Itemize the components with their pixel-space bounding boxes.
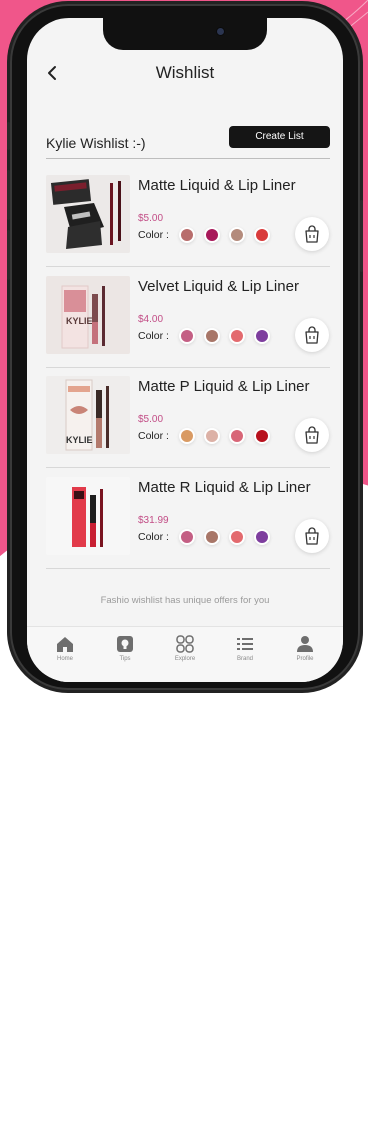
tab-label: Brand (236, 656, 253, 662)
color-swatch[interactable] (256, 531, 268, 544)
color-swatch[interactable] (231, 229, 243, 242)
color-swatches (181, 225, 281, 245)
mute-switch (7, 122, 10, 150)
color-label: Color : (138, 430, 169, 442)
phone-screen: Wishlist Kylie Wishlist :-) Create List … (27, 18, 343, 682)
divider (46, 158, 330, 159)
wishlist-name: Kylie Wishlist :-) (46, 135, 146, 151)
color-swatch[interactable] (231, 430, 243, 443)
color-label: Color : (138, 330, 169, 342)
list-item[interactable]: Matte R Liquid & Lip Liner $31.99 Color … (46, 469, 330, 569)
color-swatch[interactable] (181, 229, 193, 242)
divider (46, 568, 330, 569)
divider (46, 467, 330, 468)
color-swatches (181, 527, 281, 547)
wishlist-header: Kylie Wishlist :-) Create List (46, 126, 330, 158)
divider (46, 266, 330, 267)
color-swatch[interactable] (231, 330, 243, 343)
shopping-bag-icon (305, 225, 319, 243)
color-swatches (181, 426, 281, 446)
product-image[interactable] (46, 477, 130, 555)
product-image-graphic: KYLIE (46, 276, 130, 354)
power-button (360, 200, 363, 272)
bottom-tab-bar: Home Tips Explore Brand Profile (27, 626, 343, 682)
notch (103, 18, 267, 50)
color-swatch[interactable] (256, 330, 268, 343)
color-swatch[interactable] (256, 430, 268, 443)
product-image-graphic (46, 477, 130, 555)
tips-icon (117, 636, 133, 652)
shopping-bag-icon (305, 326, 319, 344)
product-price: $5.00 (138, 213, 164, 224)
color-swatch[interactable] (206, 330, 218, 343)
product-name[interactable]: Velvet Liquid & Lip Liner (138, 278, 299, 295)
add-to-bag-button[interactable] (295, 519, 329, 553)
shopping-bag-icon (305, 527, 319, 545)
color-swatch[interactable] (181, 531, 193, 544)
product-price: $4.00 (138, 314, 164, 325)
thumb-brand-text: KYLIE (66, 316, 93, 326)
shopping-bag-icon (305, 426, 319, 444)
color-label: Color : (138, 531, 169, 543)
tab-explore[interactable]: Explore (155, 635, 215, 662)
tab-label: Tips (119, 656, 131, 662)
color-swatches (181, 326, 281, 346)
product-price: $5.00 (138, 414, 164, 425)
color-swatch[interactable] (206, 531, 218, 544)
brand-icon (237, 638, 253, 650)
tab-brand[interactable]: Brand (215, 635, 275, 662)
home-icon (57, 637, 73, 652)
product-price: $31.99 (138, 515, 169, 526)
volume-down-button (7, 230, 10, 280)
camera-icon (217, 28, 224, 35)
create-list-button[interactable]: Create List (229, 126, 330, 148)
color-swatch[interactable] (181, 430, 193, 443)
tab-label: Profile (296, 656, 314, 662)
list-item[interactable]: KYLIE Velvet Liquid & Lip Liner $4.00 Co… (46, 268, 330, 368)
product-image[interactable] (46, 175, 130, 253)
volume-up-button (7, 170, 10, 220)
list-item[interactable]: Matte Liquid & Lip Liner $5.00 Color : (46, 167, 330, 267)
header: Wishlist (27, 58, 343, 92)
product-image-graphic: KYLIE (46, 376, 130, 454)
add-to-bag-button[interactable] (295, 418, 329, 452)
color-swatch[interactable] (256, 229, 268, 242)
color-swatch[interactable] (231, 531, 243, 544)
explore-icon (176, 635, 194, 653)
footer-note: Fashio wishlist has unique offers for yo… (100, 595, 270, 606)
color-swatch[interactable] (181, 330, 193, 343)
product-image-graphic (46, 175, 130, 253)
product-name[interactable]: Matte R Liquid & Lip Liner (138, 479, 311, 496)
add-to-bag-button[interactable] (295, 217, 329, 251)
tab-label: Explore (174, 656, 196, 662)
color-label: Color : (138, 229, 169, 241)
profile-icon (297, 636, 313, 652)
page-title: Wishlist (155, 63, 215, 82)
color-swatch[interactable] (206, 229, 218, 242)
add-to-bag-button[interactable] (295, 318, 329, 352)
color-swatch[interactable] (206, 430, 218, 443)
thumb-brand-text: KYLIE (66, 435, 93, 445)
tab-profile[interactable]: Profile (275, 635, 335, 662)
tab-home[interactable]: Home (35, 635, 95, 662)
tab-label: Home (56, 656, 73, 662)
product-name[interactable]: Matte Liquid & Lip Liner (138, 177, 296, 194)
product-image[interactable]: KYLIE (46, 276, 130, 354)
product-name[interactable]: Matte P Liquid & Lip Liner (138, 378, 310, 395)
tab-tips[interactable]: Tips (95, 635, 155, 662)
list-item[interactable]: KYLIE Matte P Liquid & Lip Liner $5.00 C… (46, 368, 330, 468)
product-image[interactable]: KYLIE (46, 376, 130, 454)
